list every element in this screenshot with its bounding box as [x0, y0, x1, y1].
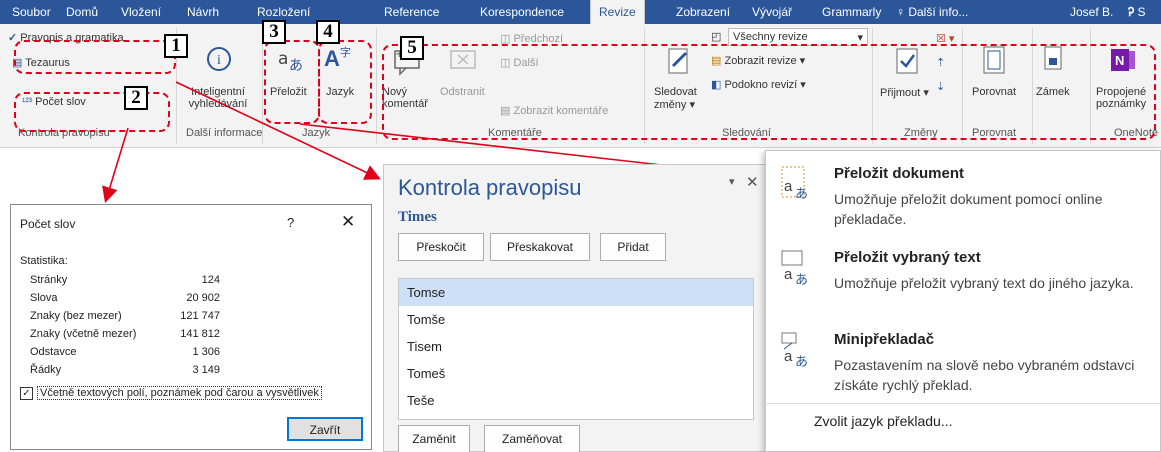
pane-title: Kontrola pravopisu — [398, 175, 582, 200]
close-icon[interactable]: ✕ — [341, 212, 355, 232]
close-button[interactable]: Zavřít — [287, 417, 363, 441]
menu-divider — [766, 403, 1160, 404]
stat-row: Slova 20 902 — [30, 292, 220, 304]
stat-label: Slova — [30, 292, 58, 304]
translate-document-icon: aあ — [778, 165, 818, 205]
svg-text:あ: あ — [795, 354, 808, 369]
list-item[interactable]: Tomse — [399, 279, 753, 306]
misspelled-word: Times — [398, 209, 437, 225]
pane-menu-icon[interactable]: ▾ — [729, 175, 735, 188]
stat-value: 141 812 — [180, 328, 220, 340]
svg-text:a: a — [784, 178, 793, 195]
stat-value: 121 747 — [180, 310, 220, 322]
skip-button[interactable]: Přeskočit — [398, 233, 484, 261]
add-button[interactable]: Přidat — [600, 233, 666, 261]
stat-row: Znaky (bez mezer) 121 747 — [30, 310, 220, 322]
help-icon[interactable]: ? — [287, 215, 294, 230]
stat-label: Řádky — [30, 364, 62, 376]
stat-row: Stránky 124 — [30, 274, 220, 286]
stat-label: Odstavce — [30, 346, 77, 358]
stat-value: 3 149 — [192, 364, 220, 376]
translate-menu: aあ Přeložit dokument Umožňuje přeložit d… — [765, 150, 1161, 452]
include-textboxes-checkbox[interactable]: ✓ Včetně textových polí, poznámek pod ča… — [20, 386, 322, 400]
arrow-word-count — [102, 127, 129, 204]
stat-label: Znaky (včetně mezer) — [30, 328, 137, 340]
stat-label: Znaky (bez mezer) — [30, 310, 122, 322]
stat-row: Odstavce 1 306 — [30, 346, 220, 358]
stat-value: 124 — [201, 274, 220, 286]
pane-close-icon[interactable]: ✕ — [746, 173, 759, 191]
list-item[interactable]: Tomeš — [399, 360, 753, 387]
mini-translator-item[interactable]: aあ Minipřekladač Pozastavením na slově n… — [778, 331, 1148, 401]
list-item[interactable]: Teše — [399, 387, 753, 414]
statistics-heading: Statistika: — [20, 255, 68, 267]
change-all-button[interactable]: Zaměňovat — [484, 425, 580, 452]
dialog-title: Počet slov — [20, 217, 76, 231]
stat-row: Znaky (včetně mezer) 141 812 — [30, 328, 220, 340]
svg-text:a: a — [784, 266, 793, 283]
choose-translation-language-item[interactable]: Zvolit jazyk překladu... — [814, 413, 953, 429]
word-count-dialog: Počet slov ? ✕ Statistika: Stránky 124 Sl… — [10, 204, 372, 450]
mini-translator-icon: aあ — [778, 331, 818, 371]
list-item[interactable]: Tisem — [399, 333, 753, 360]
svg-text:あ: あ — [795, 272, 808, 287]
stat-value: 1 306 — [192, 346, 220, 358]
stat-label: Stránky — [30, 274, 68, 286]
translate-document-item[interactable]: aあ Přeložit dokument Umožňuje přeložit d… — [778, 165, 1148, 235]
suggestions-list: Tomse Tomše Tisem Tomeš Teše — [398, 278, 754, 420]
svg-text:a: a — [784, 348, 793, 365]
skip-all-button[interactable]: Přeskakovat — [490, 233, 590, 261]
list-item[interactable]: Tomše — [399, 306, 753, 333]
translate-selection-icon: aあ — [778, 249, 818, 289]
screenshot-canvas: Soubor Domů Vložení Návrh Rozložení Refe… — [0, 0, 1161, 452]
stat-row: Řádky 3 149 — [30, 364, 220, 376]
stat-value: 20 902 — [186, 292, 220, 304]
svg-text:あ: あ — [795, 186, 808, 201]
translate-selection-item[interactable]: aあ Přeložit vybraný text Umožňuje přelož… — [778, 249, 1148, 319]
spelling-pane: Kontrola pravopisu ▾ ✕ Times Přeskočit P… — [383, 164, 773, 452]
checkbox-check-icon: ✓ — [20, 386, 33, 400]
change-button[interactable]: Zaměnit — [398, 425, 470, 452]
